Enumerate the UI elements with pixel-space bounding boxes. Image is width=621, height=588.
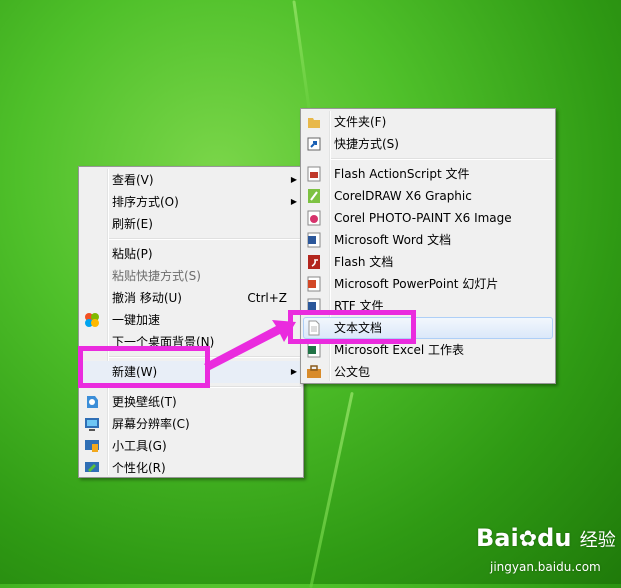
submenu-item-label: 快捷方式(S) bbox=[334, 137, 399, 151]
shortcut-text: Ctrl+Z bbox=[247, 291, 287, 305]
submenu-item-label: 公文包 bbox=[334, 365, 371, 379]
submenu-item-label: Microsoft PowerPoint 幻灯片 bbox=[334, 277, 499, 291]
menu-separator bbox=[331, 158, 553, 160]
wallpaper-icon bbox=[84, 394, 100, 410]
baidu-watermark: Bai✿du 经验 bbox=[476, 524, 616, 552]
submenu-item-briefcase[interactable]: 公文包 bbox=[301, 361, 555, 383]
menu-item-undo-move[interactable]: 撤消 移动(U) Ctrl+Z bbox=[79, 287, 303, 309]
background-leaf-vein bbox=[292, 0, 311, 110]
submenu-item-word[interactable]: Microsoft Word 文档 bbox=[301, 229, 555, 251]
menu-item-label: 个性化(R) bbox=[112, 461, 166, 475]
menu-item-sort[interactable]: 排序方式(O) ▶ bbox=[79, 191, 303, 213]
highlight-box-text-document bbox=[288, 310, 416, 344]
gadgets-icon bbox=[84, 438, 100, 454]
background-leaf-vein bbox=[309, 391, 354, 588]
folder-icon bbox=[306, 114, 322, 130]
menu-item-label: 更换壁纸(T) bbox=[112, 395, 177, 409]
menu-separator bbox=[109, 238, 301, 240]
menu-item-label: 排序方式(O) bbox=[112, 195, 179, 209]
menu-item-gadgets[interactable]: 小工具(G) bbox=[79, 435, 303, 457]
submenu-item-shortcut[interactable]: 快捷方式(S) bbox=[301, 133, 555, 155]
menu-item-label: 查看(V) bbox=[112, 173, 154, 187]
submenu-item-folder[interactable]: 文件夹(F) bbox=[301, 111, 555, 133]
submenu-item-coreldraw[interactable]: CorelDRAW X6 Graphic bbox=[301, 185, 555, 207]
menu-item-refresh[interactable]: 刷新(E) bbox=[79, 213, 303, 235]
menu-item-paste-shortcut[interactable]: 粘贴快捷方式(S) bbox=[79, 265, 303, 287]
submenu-item-label: Flash 文档 bbox=[334, 255, 394, 269]
submenu-item-flash-actionscript[interactable]: Flash ActionScript 文件 bbox=[301, 163, 555, 185]
briefcase-icon bbox=[306, 364, 322, 380]
menu-item-label: 粘贴快捷方式(S) bbox=[112, 269, 201, 283]
watermark-suffix: 经验 bbox=[579, 530, 616, 551]
submenu-item-label: Microsoft Word 文档 bbox=[334, 233, 452, 247]
menu-item-label: 撤消 移动(U) bbox=[112, 291, 182, 305]
word-icon bbox=[306, 232, 322, 248]
submenu-arrow-icon: ▶ bbox=[290, 197, 297, 206]
monitor-icon bbox=[84, 416, 100, 432]
submenu-item-flash[interactable]: Flash 文档 bbox=[301, 251, 555, 273]
menu-item-label: 一键加速 bbox=[112, 313, 161, 327]
submenu-item-label: 文件夹(F) bbox=[334, 115, 387, 129]
personalize-icon bbox=[84, 460, 100, 476]
speedup-icon bbox=[84, 312, 100, 328]
shortcut-icon bbox=[306, 136, 322, 152]
watermark-url: jingyan.baidu.com bbox=[490, 560, 601, 574]
highlight-box-new bbox=[78, 346, 210, 388]
flash-icon bbox=[306, 254, 322, 270]
submenu-item-label: Microsoft Excel 工作表 bbox=[334, 343, 465, 357]
watermark-brand: Bai bbox=[476, 524, 519, 552]
submenu-arrow-icon: ▶ bbox=[290, 175, 297, 184]
coreldraw-icon bbox=[306, 188, 322, 204]
menu-item-label: 小工具(G) bbox=[112, 439, 167, 453]
submenu-item-label: Corel PHOTO-PAINT X6 Image bbox=[334, 211, 512, 225]
excel-icon bbox=[306, 342, 322, 358]
flash-actionscript-icon bbox=[306, 166, 322, 182]
menu-item-personalize[interactable]: 个性化(R) bbox=[79, 457, 303, 479]
submenu-item-photopaint[interactable]: Corel PHOTO-PAINT X6 Image bbox=[301, 207, 555, 229]
menu-item-label: 刷新(E) bbox=[112, 217, 153, 231]
powerpoint-icon bbox=[306, 276, 322, 292]
menu-item-label: 粘贴(P) bbox=[112, 247, 153, 261]
menu-item-paste[interactable]: 粘贴(P) bbox=[79, 243, 303, 265]
submenu-item-label: Flash ActionScript 文件 bbox=[334, 167, 470, 181]
menu-item-screen-resolution[interactable]: 屏幕分辨率(C) bbox=[79, 413, 303, 435]
submenu-item-label: CorelDRAW X6 Graphic bbox=[334, 189, 472, 203]
submenu-item-powerpoint[interactable]: Microsoft PowerPoint 幻灯片 bbox=[301, 273, 555, 295]
menu-item-change-wallpaper[interactable]: 更换壁纸(T) bbox=[79, 391, 303, 413]
watermark-brand2: du bbox=[537, 524, 572, 552]
paw-icon: ✿ bbox=[518, 527, 538, 552]
menu-item-view[interactable]: 查看(V) ▶ bbox=[79, 169, 303, 191]
photopaint-icon bbox=[306, 210, 322, 226]
annotation-arrow bbox=[204, 320, 296, 370]
menu-item-label: 屏幕分辨率(C) bbox=[112, 417, 190, 431]
